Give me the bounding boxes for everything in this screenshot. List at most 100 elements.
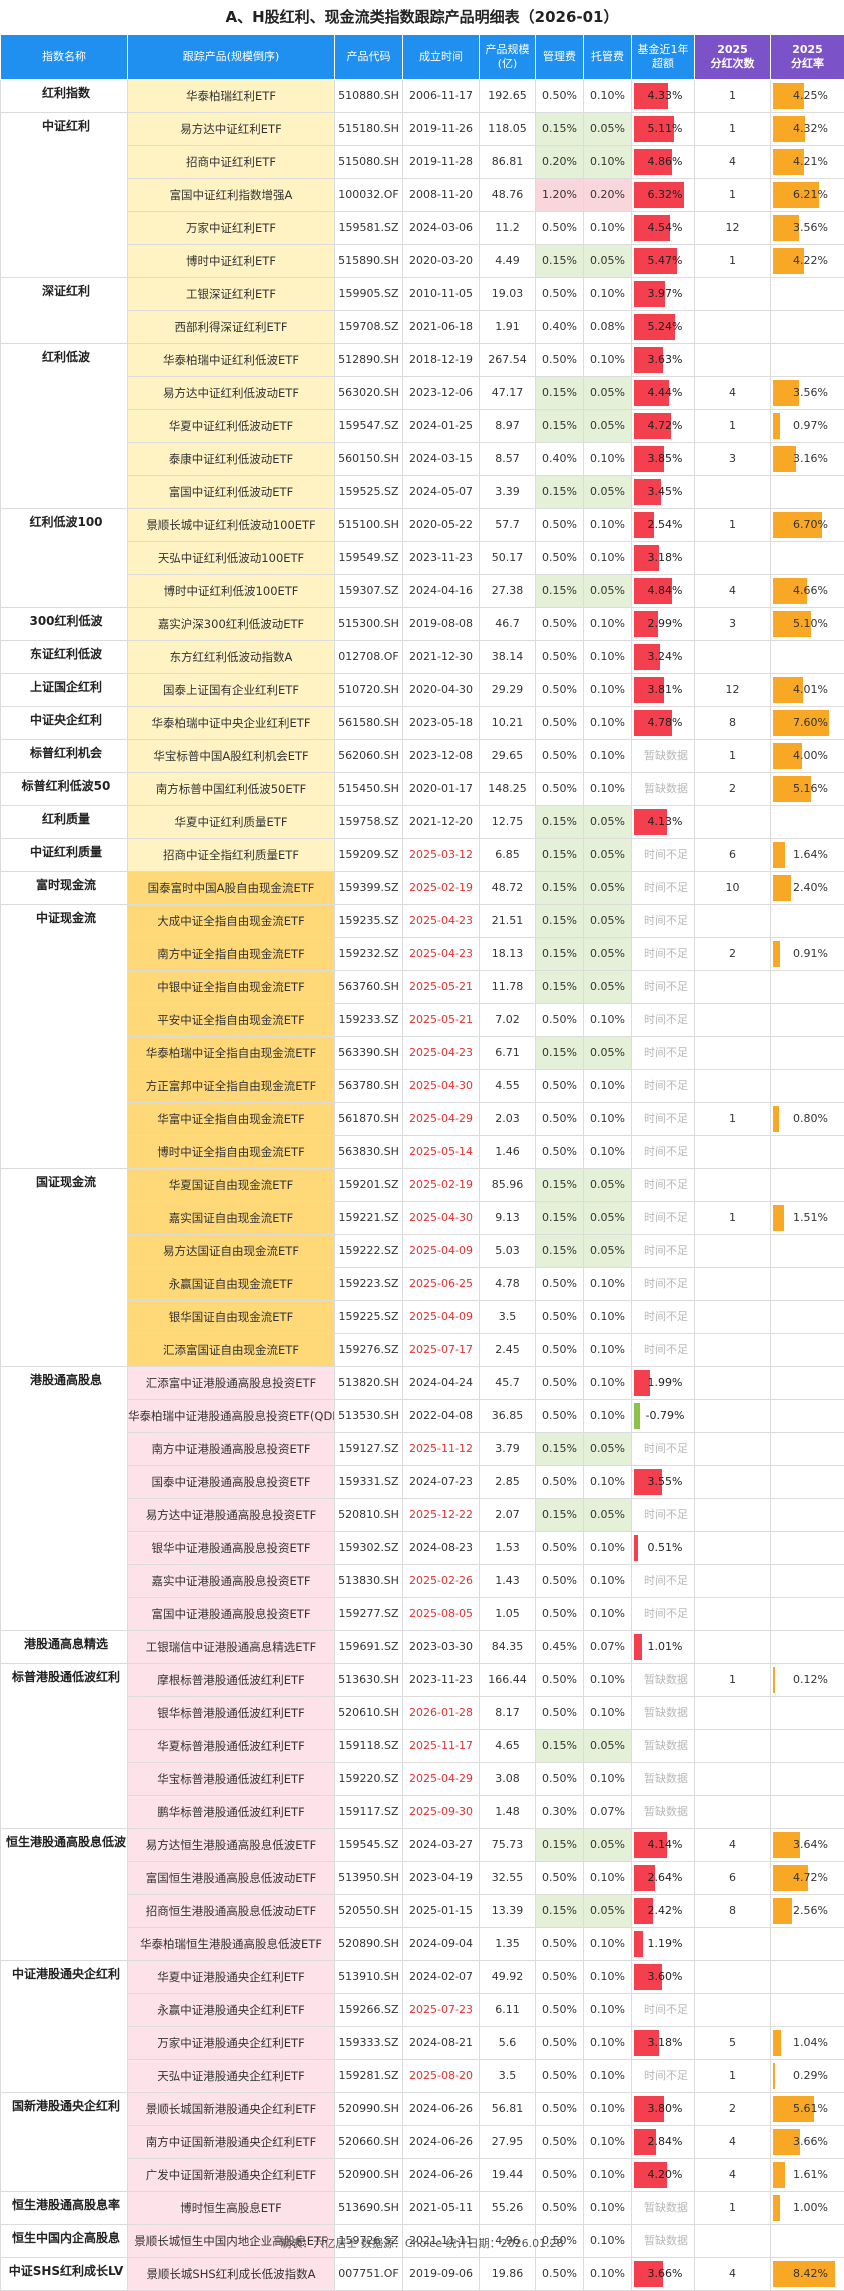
excess-value: 时间不足 [638,1277,688,1290]
fund-size-cell: 32.55 [480,1862,536,1895]
dividend-rate-value [805,650,811,663]
dividend-rate-cell [771,1268,844,1301]
mgmt-fee-cell: 0.15% [536,1829,584,1862]
dividend-rate-value: 1.61% [787,2168,828,2181]
excess-return-cell: 时间不足 [632,1433,695,1466]
excess-value: 暂缺数据 [638,1772,688,1785]
mgmt-fee-cell: 0.15% [536,971,584,1004]
mgmt-fee-cell: 0.15% [536,1235,584,1268]
table-row: 东证红利低波东方红红利低波动指数A012708.OF2021-12-3038.1… [1,641,844,674]
product-name-cell: 华泰柏瑞中证红利低波ETF [128,344,335,377]
product-name-cell: 招商中证全指红利质量ETF [128,839,335,872]
inception-date-cell: 2024-02-07 [403,1961,480,1994]
dividend-rate-cell [771,1070,844,1103]
product-code-cell: 515100.SH [335,509,403,542]
mgmt-fee-cell: 0.30% [536,1796,584,1829]
table-row: 富国恒生港股通高股息低波动ETF513950.SH2023-04-1932.55… [1,1862,844,1895]
dividend-count-cell [695,1697,771,1730]
mgmt-fee-cell: 0.40% [536,311,584,344]
mgmt-fee-cell: 0.50% [536,344,584,377]
excess-value: 时间不足 [638,2003,688,2016]
index-name-cell: 中证港股通央企红利 [1,1961,128,2093]
fund-size-cell: 13.39 [480,1895,536,1928]
inception-date-cell: 2024-04-24 [403,1367,480,1400]
dividend-rate-value: 2.40% [787,881,828,894]
excess-return-cell: 3.18% [632,2027,695,2060]
inception-date-cell: 2026-01-28 [403,1697,480,1730]
dividend-rate-cell [771,542,844,575]
excess-value: 暂缺数据 [638,1706,688,1719]
table-row: 南方中证全指自由现金流ETF159232.SZ2025-04-2318.130.… [1,938,844,971]
product-name-cell: 华泰柏瑞中证中央企业红利ETF [128,707,335,740]
custody-fee-cell: 0.10% [584,344,632,377]
product-name-cell: 汇添富中证港股通高股息投资ETF [128,1367,335,1400]
excess-return-cell: 4.20% [632,2159,695,2192]
product-name-cell: 华泰柏瑞中证全指自由现金流ETF [128,1037,335,1070]
product-code-cell: 563390.SH [335,1037,403,1070]
dividend-count-cell [695,1400,771,1433]
mgmt-fee-cell: 0.15% [536,872,584,905]
product-name-cell: 天弘中证港股通央企红利ETF [128,2060,335,2093]
dividend-rate-cell: 3.56% [771,377,844,410]
table-row: 富国中证港股通高股息投资ETF159277.SZ2025-08-051.050.… [1,1598,844,1631]
dividend-count-cell [695,311,771,344]
excess-return-cell: 时间不足 [632,1994,695,2027]
excess-return-cell: 3.60% [632,1961,695,1994]
dividend-rate-value: 3.66% [787,2135,828,2148]
custody-fee-cell: 0.05% [584,245,632,278]
table-row: 中证SHS红利成长LV景顺长城SHS红利成长低波指数A007751.OF2019… [1,2258,844,2291]
dividend-rate-cell [771,1004,844,1037]
dividend-rate-cell [771,905,844,938]
mgmt-fee-cell: 0.15% [536,476,584,509]
mgmt-fee-cell: 0.15% [536,410,584,443]
dividend-rate-value [805,1937,811,1950]
excess-value: 时间不足 [638,914,688,927]
inception-date-cell: 2025-04-29 [403,1763,480,1796]
dividend-rate-value: 4.32% [787,122,828,135]
fund-size-cell: 21.51 [480,905,536,938]
dividend-rate-value: 4.22% [787,254,828,267]
dividend-rate-bar [773,1667,775,1693]
mgmt-fee-cell: 0.50% [536,1994,584,2027]
fund-size-cell: 4.78 [480,1268,536,1301]
custody-fee-cell: 0.05% [584,575,632,608]
excess-return-cell: 6.32% [632,179,695,212]
excess-return-cell: 暂缺数据 [632,1763,695,1796]
product-code-cell: 159307.SZ [335,575,403,608]
custody-fee-cell: 0.10% [584,608,632,641]
excess-return-cell: 4.13% [632,806,695,839]
product-code-cell: 513690.SH [335,2192,403,2225]
product-code-cell: 159281.SZ [335,2060,403,2093]
excess-value: 时间不足 [638,1145,688,1158]
excess-return-cell: 暂缺数据 [632,1664,695,1697]
product-name-cell: 永赢中证港股通央企红利ETF [128,1994,335,2027]
dividend-rate-value: 4.21% [787,155,828,168]
excess-value: 4.20% [644,2168,683,2181]
fund-size-cell: 8.17 [480,1697,536,1730]
excess-bar [634,1403,640,1429]
table-row: 中证央企红利华泰柏瑞中证中央企业红利ETF561580.SH2023-05-18… [1,707,844,740]
fund-size-cell: 1.43 [480,1565,536,1598]
table-row: 银华标普港股通低波红利ETF520610.SH2026-01-288.170.5… [1,1697,844,1730]
fund-size-cell: 29.29 [480,674,536,707]
dividend-count-cell: 12 [695,674,771,707]
inception-date-cell: 2025-05-21 [403,971,480,1004]
product-name-cell: 嘉实沪深300红利低波动ETF [128,608,335,641]
product-name-cell: 华夏国证自由现金流ETF [128,1169,335,1202]
dividend-count-cell: 1 [695,1103,771,1136]
custody-fee-cell: 0.10% [584,773,632,806]
product-name-cell: 国泰中证港股通高股息投资ETF [128,1466,335,1499]
mgmt-fee-cell: 0.50% [536,1334,584,1367]
dividend-rate-value: 5.61% [787,2102,828,2115]
product-code-cell: 159232.SZ [335,938,403,971]
dividend-rate-cell [771,1730,844,1763]
excess-value: 时间不足 [638,1178,688,1191]
excess-return-cell: 3.66% [632,2258,695,2291]
excess-value: 2.64% [644,1871,683,1884]
excess-return-cell: 1.99% [632,1367,695,1400]
table-row: 银华中证港股通高股息投资ETF159302.SZ2024-08-231.530.… [1,1532,844,1565]
product-name-cell: 易方达中证红利低波动ETF [128,377,335,410]
dividend-count-cell [695,278,771,311]
dividend-rate-cell: 0.80% [771,1103,844,1136]
excess-return-cell: 时间不足 [632,938,695,971]
